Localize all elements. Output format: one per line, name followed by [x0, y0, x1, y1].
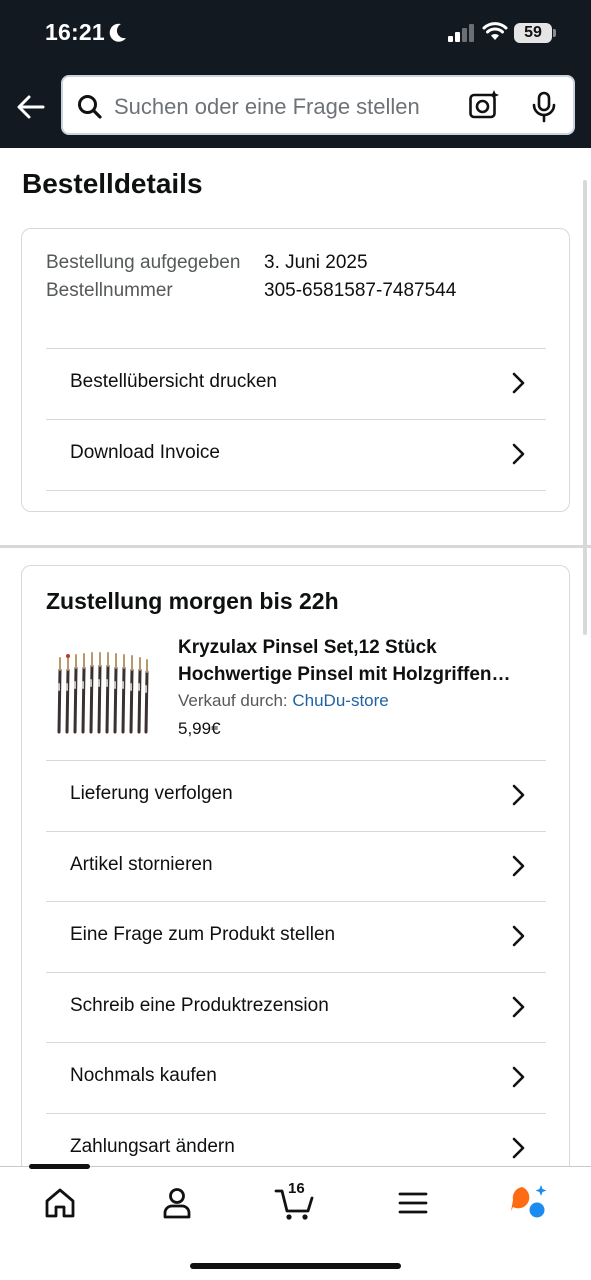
order-number: 305-6581587-7487544: [264, 280, 457, 301]
print-summary-row[interactable]: Bestellübersicht drucken: [46, 348, 546, 419]
chevron-right-icon: [512, 1066, 525, 1088]
nav-active-indicator: [29, 1164, 90, 1169]
search-bar[interactable]: Suchen oder eine Frage stellen: [61, 75, 575, 135]
order-info-values: 3. Juni 2025 305-6581587-7487544: [264, 249, 456, 305]
chevron-right-icon: [512, 925, 525, 947]
delivery-card: Zustellung morgen bis 22h Kryzulax Pinse…: [21, 565, 570, 1205]
back-arrow-icon[interactable]: [15, 91, 47, 123]
order-info-card: Bestellung aufgegeben Bestellnummer 3. J…: [21, 228, 570, 512]
product-title-line2[interactable]: Hochwertige Pinsel mit Holzgriffen…: [178, 661, 548, 688]
search-input[interactable]: Suchen oder eine Frage stellen: [114, 94, 420, 120]
seller-link[interactable]: ChuDu-store: [292, 691, 388, 710]
battery-tip: [553, 29, 556, 37]
battery-indicator: 59: [514, 23, 552, 43]
row-label: Artikel stornieren: [70, 854, 213, 875]
ask-question-row[interactable]: Eine Frage zum Produkt stellen: [46, 901, 546, 972]
menu-icon[interactable]: [393, 1183, 433, 1223]
chevron-right-icon: [512, 372, 525, 394]
row-label: Lieferung verfolgen: [70, 783, 233, 804]
buy-again-row[interactable]: Nochmals kaufen: [46, 1042, 546, 1113]
order-info-label: Bestellung aufgegeben Bestellnummer: [46, 252, 241, 301]
rufus-icon[interactable]: [508, 1183, 550, 1223]
cancel-item-row[interactable]: Artikel stornieren: [46, 831, 546, 902]
search-icon: [78, 95, 102, 119]
chevron-right-icon: [512, 784, 525, 806]
delivery-title: Zustellung morgen bis 22h: [46, 588, 339, 614]
home-indicator: [190, 1263, 401, 1269]
product-title-line1[interactable]: Kryzulax Pinsel Set,12 Stück: [178, 634, 548, 661]
home-icon[interactable]: [40, 1183, 80, 1223]
track-delivery-row[interactable]: Lieferung verfolgen: [46, 760, 546, 831]
row-label: Zahlungsart ändern: [70, 1136, 235, 1157]
row-label: Download Invoice: [70, 442, 220, 463]
chevron-right-icon: [512, 855, 525, 877]
row-label: Bestellübersicht drucken: [70, 371, 277, 392]
row-label: Nochmals kaufen: [70, 1065, 217, 1086]
camera-search-icon[interactable]: [468, 90, 500, 122]
section-divider: [0, 545, 591, 548]
status-time: 16:21: [45, 19, 105, 45]
scrollbar[interactable]: [583, 180, 587, 635]
account-icon[interactable]: [157, 1183, 197, 1223]
row-label: Schreib eine Produktrezension: [70, 995, 329, 1016]
cart-count-badge: 16: [288, 1180, 305, 1197]
row-label: Eine Frage zum Produkt stellen: [70, 924, 336, 945]
moon-icon: [109, 23, 126, 42]
app-header: 16:21 59 Suchen oder eine Frage stellen: [0, 0, 591, 148]
bottom-nav: 16: [0, 1164, 591, 1280]
signal-icon: [448, 24, 474, 42]
chevron-right-icon: [512, 443, 525, 465]
microphone-icon[interactable]: [531, 91, 557, 123]
seller-info: Verkauf durch: ChuDu-store: [178, 691, 389, 711]
write-review-row[interactable]: Schreib eine Produktrezension: [46, 972, 546, 1043]
download-invoice-row[interactable]: Download Invoice: [46, 419, 546, 490]
product-title[interactable]: Kryzulax Pinsel Set,12 Stück Hochwertige…: [178, 634, 548, 688]
chevron-right-icon: [512, 1137, 525, 1159]
seller-label: Verkauf durch:: [178, 691, 288, 710]
order-date: 3. Juni 2025: [264, 252, 368, 273]
wifi-icon: [482, 22, 508, 40]
page-title: Bestelldetails: [22, 168, 203, 199]
product-price: 5,99€: [178, 719, 221, 738]
product-image[interactable]: [52, 650, 152, 740]
divider: [46, 490, 546, 491]
chevron-right-icon: [512, 996, 525, 1018]
